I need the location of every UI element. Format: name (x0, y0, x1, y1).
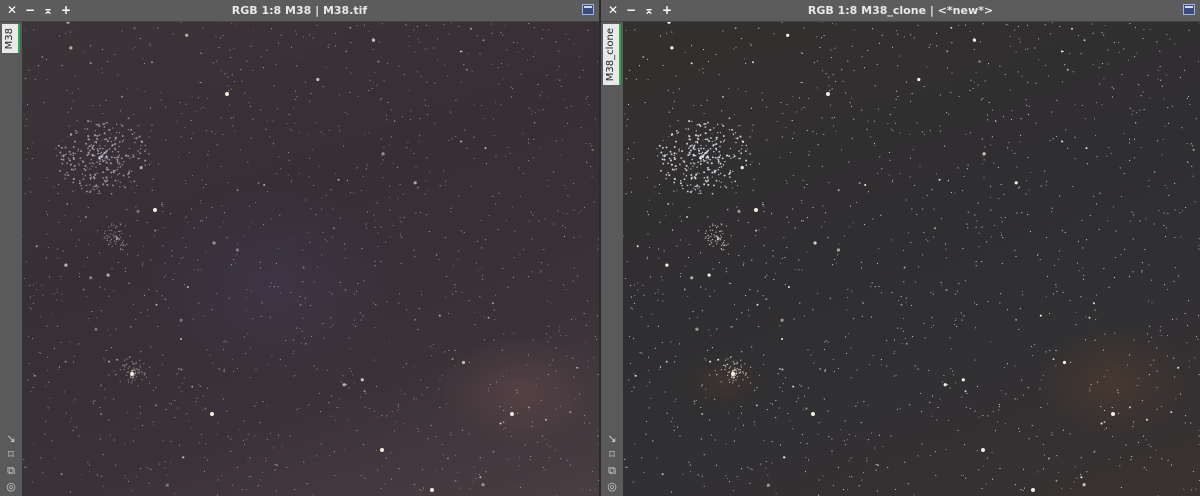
image-canvas-m38-clone[interactable] (623, 22, 1200, 496)
fit-view-icon[interactable]: ⌑ (4, 448, 18, 462)
image-canvas-m38[interactable] (22, 22, 599, 496)
image-window-m38[interactable]: ✕ − ⌅ + RGB 1:8 M38 | M38.tif M38 ↘ ⌑ ⧉ … (0, 0, 599, 496)
window-titlebar[interactable]: ✕ − ⌅ + RGB 1:8 M38 | M38.tif (0, 0, 599, 22)
view-id-label: M38 (4, 28, 15, 50)
view-id-tab[interactable]: M38 (2, 24, 20, 54)
fit-view-icon[interactable]: ⌑ (605, 448, 619, 462)
maximize-icon[interactable] (1183, 4, 1195, 15)
maximize-icon[interactable] (582, 4, 594, 15)
shrink-icon[interactable]: ↘ (4, 432, 18, 446)
shrink-icon[interactable]: ↘ (605, 432, 619, 446)
view-id-tab[interactable]: M38_clone (603, 24, 621, 86)
window-titlebar[interactable]: ✕ − ⌅ + RGB 1:8 M38_clone | <*new*> (601, 0, 1200, 22)
view-id-label: M38_clone (605, 28, 616, 82)
target-icon[interactable]: ◎ (4, 480, 18, 494)
starfield (22, 22, 599, 496)
clone-icon[interactable]: ⧉ (4, 464, 18, 478)
window-title: RGB 1:8 M38_clone | <*new*> (807, 4, 994, 17)
image-window-m38-clone[interactable]: ✕ − ⌅ + RGB 1:8 M38_clone | <*new*> M38_… (601, 0, 1200, 496)
clone-icon[interactable]: ⧉ (605, 464, 619, 478)
view-sidebar: M38 ↘ ⌑ ⧉ ◎ (0, 22, 22, 496)
window-title: RGB 1:8 M38 | M38.tif (231, 4, 368, 17)
view-sidebar: M38_clone ↘ ⌑ ⧉ ◎ (601, 22, 623, 496)
starfield (623, 22, 1200, 496)
target-icon[interactable]: ◎ (605, 480, 619, 494)
